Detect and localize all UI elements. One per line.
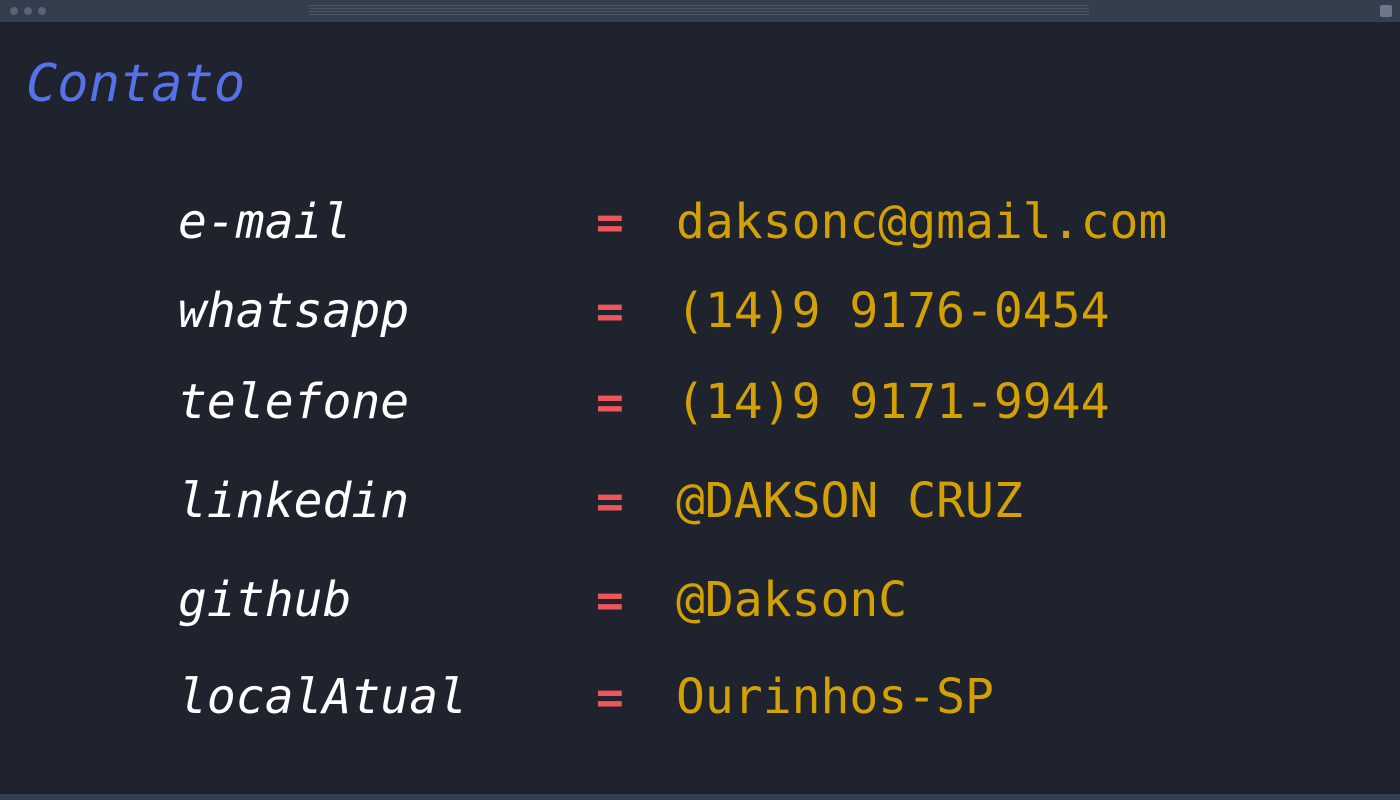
contact-value[interactable]: @DaksonC <box>676 570 907 630</box>
contact-key: localAtual <box>178 669 467 725</box>
contact-row-local-atual: localAtual = Ourinhos-SP <box>0 667 1400 727</box>
contact-row-email: e-mail = daksonc@gmail.com <box>0 192 1400 252</box>
equals-operator: = <box>596 670 624 724</box>
contact-key: e-mail <box>178 194 352 250</box>
code-window: Contato e-mail = daksonc@gmail.com whats… <box>0 0 1400 800</box>
contact-row-linkedin: linkedin = @DAKSON CRUZ <box>0 471 1400 531</box>
contact-key: linkedin <box>178 473 410 529</box>
contact-key: whatsapp <box>178 283 410 339</box>
contact-value[interactable]: (14)9 9171-9944 <box>676 372 1109 432</box>
contact-value[interactable]: @DAKSON CRUZ <box>676 471 1023 531</box>
equals-operator: = <box>596 195 624 249</box>
equals-operator: = <box>596 474 624 528</box>
window-bottom-bar <box>0 794 1400 800</box>
contact-value: Ourinhos-SP <box>676 669 994 725</box>
contact-row-whatsapp: whatsapp = (14)9 9176-0454 <box>0 281 1400 341</box>
equals-operator: = <box>596 375 624 429</box>
contact-value[interactable]: daksonc@gmail.com <box>676 192 1167 252</box>
contact-value[interactable]: (14)9 9176-0454 <box>676 281 1109 341</box>
contact-list: e-mail = daksonc@gmail.com whatsapp = (1… <box>0 0 1400 800</box>
equals-operator: = <box>596 573 624 627</box>
contact-key: telefone <box>178 374 410 430</box>
equals-operator: = <box>596 284 624 338</box>
contact-row-github: github = @DaksonC <box>0 570 1400 630</box>
contact-row-telefone: telefone = (14)9 9171-9944 <box>0 372 1400 432</box>
contact-key: github <box>178 572 352 628</box>
